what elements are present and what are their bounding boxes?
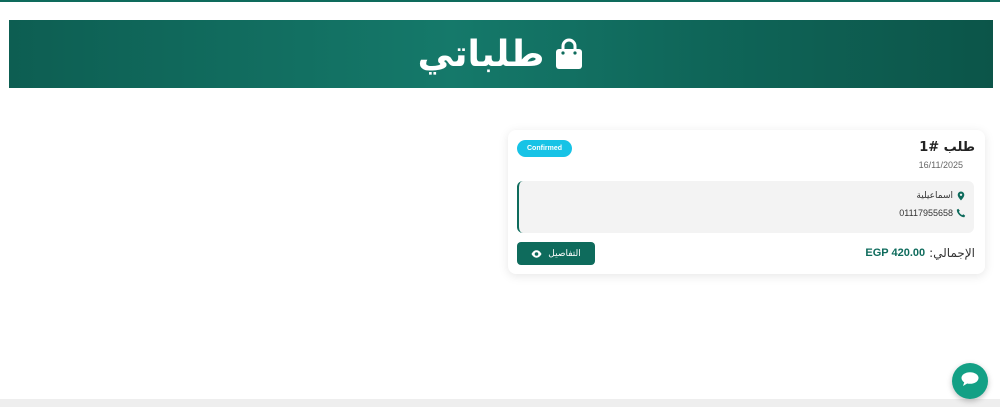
- phone-icon: [956, 208, 966, 218]
- order-phone: 01117955658: [899, 208, 953, 218]
- order-card: طلب #1 16/11/2025 Confirmed اسماعيلية 01…: [508, 130, 985, 274]
- chat-icon: [960, 371, 980, 391]
- total-label: الإجمالي:: [929, 246, 975, 260]
- page-header-banner: طلباتي: [9, 20, 993, 88]
- order-city-row: اسماعيلية: [916, 191, 966, 201]
- order-phone-row: 01117955658: [899, 208, 966, 218]
- page-title: طلباتي: [417, 33, 545, 75]
- total-value: EGP 420.00: [865, 247, 926, 259]
- top-accent-line: [0, 0, 1000, 2]
- details-button-label: التفاصيل: [548, 248, 581, 258]
- status-badge: Confirmed: [517, 140, 572, 157]
- order-title: طلب #1: [919, 140, 975, 155]
- shopping-bag-icon: [554, 38, 584, 70]
- order-city: اسماعيلية: [916, 191, 953, 201]
- order-info-box: اسماعيلية 01117955658: [517, 181, 974, 233]
- details-button[interactable]: التفاصيل: [517, 242, 595, 265]
- order-date: 16/11/2025: [918, 160, 963, 170]
- chat-button[interactable]: [952, 363, 988, 399]
- map-pin-icon: [956, 191, 966, 201]
- order-total-row: الإجمالي: EGP 420.00: [865, 246, 975, 260]
- page-footer-bar: [0, 399, 1000, 407]
- eye-icon: [531, 249, 542, 258]
